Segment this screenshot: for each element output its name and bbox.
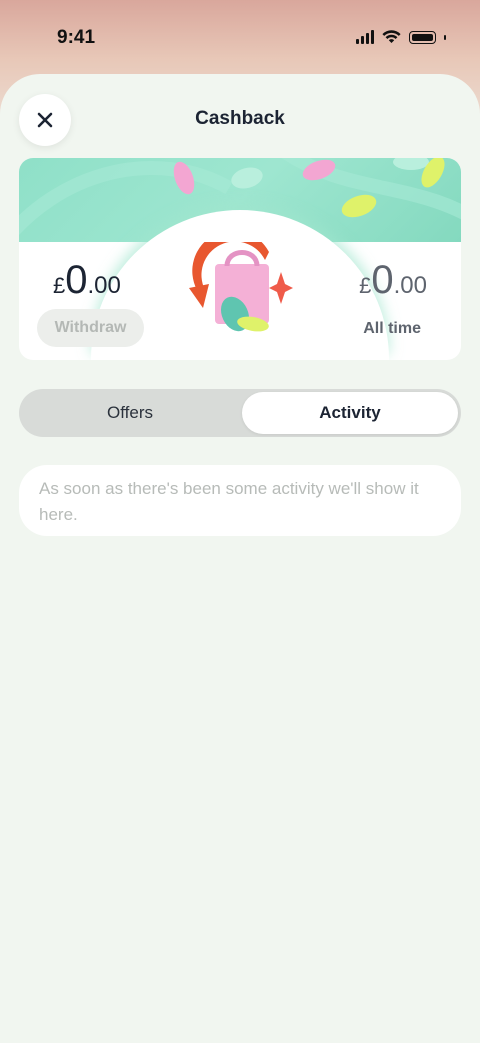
amount-whole: 0	[65, 258, 88, 302]
tab-activity[interactable]: Activity	[242, 392, 458, 434]
amount-decimal: .00	[393, 272, 427, 299]
status-icons	[356, 30, 446, 44]
cashback-sheet: Cashback £0.00 Withdraw £0.00 All time O…	[0, 74, 480, 1043]
status-time: 9:41	[57, 27, 96, 48]
all-time-amount: £0.00	[359, 258, 427, 303]
withdraw-button[interactable]: Withdraw	[37, 309, 144, 347]
wifi-icon	[382, 30, 401, 43]
tab-offers[interactable]: Offers	[22, 392, 238, 434]
amount-decimal: .00	[87, 272, 121, 299]
currency-symbol: £	[53, 273, 66, 298]
amount-whole: 0	[371, 258, 394, 302]
signal-icon	[356, 30, 374, 44]
cashback-bag-illustration	[189, 242, 293, 332]
balance-card: £0.00 Withdraw £0.00 All time	[19, 158, 461, 360]
battery-cap	[444, 34, 446, 40]
all-time-label: All time	[363, 320, 421, 337]
segmented-tabs: Offers Activity	[19, 389, 461, 437]
currency-symbol: £	[359, 273, 372, 298]
status-bar: 9:41	[0, 0, 480, 76]
page-title: Cashback	[195, 108, 285, 129]
battery-icon	[409, 30, 436, 44]
empty-state-message: As soon as there's been some activity we…	[19, 465, 461, 536]
withdrawable-amount: £0.00	[53, 258, 121, 303]
